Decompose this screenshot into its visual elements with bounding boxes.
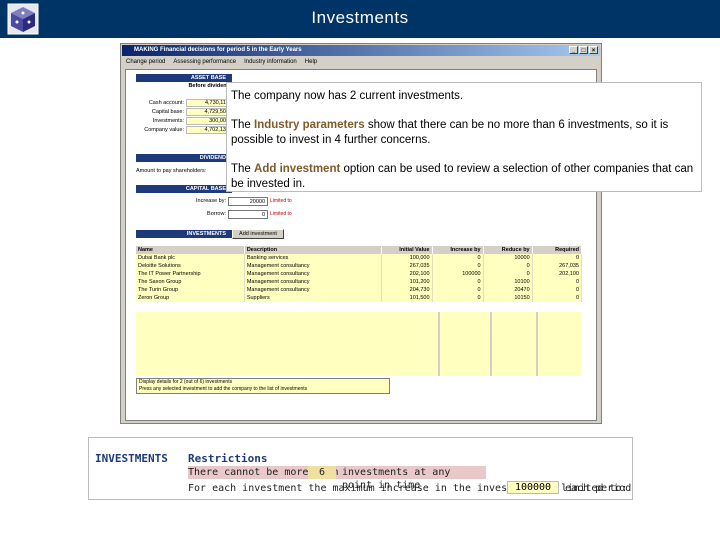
menu-change-period[interactable]: Change period [126,57,165,67]
industry-parameters-highlight: Industry parameters [254,119,365,131]
capital-base-heading: CAPITAL BASE [136,185,232,193]
max-investments-value: 6 [308,466,336,479]
cell-reduce-by[interactable]: 10100 [483,278,533,286]
dividend-heading: DIVIDEND [136,154,232,162]
cell-name: Dubai Bank plc [136,254,245,262]
investments-status-box: Display details for 2 (out of 6) investm… [136,378,390,394]
close-button[interactable]: × [589,46,598,54]
restrictions-panel: INVESTMENTS Restrictions There cannot be… [88,437,633,500]
max-investments-row: There cannot be more than 6 investments … [188,466,486,491]
cell-description: Management consultancy [244,278,382,286]
restrictions-heading: Restrictions [188,452,268,465]
cell-required: 0 [532,254,583,262]
table-row[interactable]: Deloitte Solutions Management consultanc… [136,262,583,270]
increase-limit-note: Limited to [270,198,292,204]
menu-assessing-performance[interactable]: Assessing performance [173,57,236,67]
cell-reduce-by[interactable]: 0 [483,262,533,270]
table-row[interactable]: The Saxon Group Management consultancy 1… [136,278,583,286]
cell-reduce-by[interactable]: 20470 [483,286,533,294]
maximize-button[interactable]: □ [579,46,588,54]
borrow-limit-note: Limited to [270,211,292,217]
menu-industry-information[interactable]: Industry information [244,57,297,67]
cell-required: 0 [532,294,583,302]
cell-name: The Turin Group [136,286,245,294]
cell-reduce-by[interactable]: 0 [483,270,533,278]
cell-increase-by[interactable]: 0 [432,286,484,294]
max-increase-value: 100000 [507,481,559,494]
col-required[interactable]: Required [532,246,583,254]
cell-required: 267,035 [532,262,583,270]
borrow-input[interactable]: 0 [228,210,268,219]
restrictions-section-label: INVESTMENTS [95,452,168,465]
table-empty-area [136,312,582,376]
explanation-callout: The company now has 2 current investment… [226,82,702,192]
cell-initial-value: 267,035 [381,262,433,270]
increase-by-label: Increase by: [196,198,226,204]
table-header-row: Name Description Initial Value Increase … [136,246,583,254]
cell-initial-value: 101,200 [381,278,433,286]
cell-description: Management consultancy [244,286,382,294]
status-line: Press any selected investment to add the… [139,386,308,392]
callout-text: The [231,119,251,131]
add-investment-highlight: Add investment [254,163,341,175]
window-title: MAKING Financial decisions for period 5 … [134,47,302,53]
cell-increase-by[interactable]: 0 [432,294,484,302]
col-increase-by[interactable]: Increase by [432,246,484,254]
max-increase-text: For each investment the maximum increase… [188,483,628,494]
col-description[interactable]: Description [244,246,382,254]
dividend-amount-label: Amount to pay shareholders: [136,168,207,174]
status-line: Display details for 2 (out of 6) investm… [139,379,233,385]
add-investment-button[interactable]: Add investment [232,229,284,239]
table-row[interactable]: Zeron Group Suppliers 101,500 0 10150 0 [136,294,583,302]
cell-reduce-by[interactable]: 10000 [483,254,533,262]
cell-initial-value: 100,000 [381,254,433,262]
cell-name: Deloitte Solutions [136,262,245,270]
cell-increase-by[interactable]: 0 [432,254,484,262]
cell-description: Suppliers [244,294,382,302]
increase-by-input[interactable]: 20000 [228,197,268,206]
cell-required: 0 [532,278,583,286]
cell-initial-value: 101,500 [381,294,433,302]
page-title: Investments [311,8,409,27]
cell-required: 202,100 [532,270,583,278]
company-value-label: Company value: [144,127,184,133]
callout-paragraph-3: The Add investment option can be used to… [231,162,697,192]
borrow-label: Borrow: [207,211,226,217]
col-reduce-by[interactable]: Reduce by [483,246,533,254]
investments-label: Investments: [152,118,184,124]
col-name[interactable]: Name [136,246,245,254]
cell-description: Management consultancy [244,270,382,278]
cell-description: Management consultancy [244,262,382,270]
before-dividend-header: Before dividend [188,83,230,89]
callout-paragraph-2: The Industry parameters show that there … [231,118,697,148]
cell-initial-value: 204,730 [381,286,433,294]
table-row[interactable]: The Turin Group Management consultancy 2… [136,286,583,294]
col-initial-value[interactable]: Initial Value [381,246,433,254]
menu-bar: Change period Assessing performance Indu… [122,57,604,67]
capital-base-label: Capital base: [151,109,184,115]
cell-required: 0 [532,286,583,294]
investments-heading: INVESTMENTS [136,230,232,238]
cell-increase-by[interactable]: 100000 [432,270,484,278]
top-bar: Investments [0,0,720,38]
cell-reduce-by[interactable]: 10150 [483,294,533,302]
table-row[interactable]: Dubai Bank plc Banking services 100,000 … [136,254,583,262]
table-row[interactable]: The IT Power Partnership Management cons… [136,270,583,278]
callout-text: The [231,163,251,175]
menu-help[interactable]: Help [305,57,317,67]
cash-account-label: Cash account: [148,100,184,106]
cell-name: The IT Power Partnership [136,270,245,278]
cell-name: The Saxon Group [136,278,245,286]
callout-paragraph-1: The company now has 2 current investment… [231,90,464,102]
max-increase-suffix: each period [565,483,632,494]
cell-name: Zeron Group [136,294,245,302]
investments-table: Name Description Initial Value Increase … [136,246,583,302]
window-titlebar: MAKING Financial decisions for period 5 … [122,45,600,56]
asset-base-heading: ASSET BASE [136,74,232,82]
cell-increase-by[interactable]: 0 [432,278,484,286]
minimize-button[interactable]: _ [569,46,578,54]
cell-description: Banking services [244,254,382,262]
cell-increase-by[interactable]: 0 [432,262,484,270]
cell-initial-value: 202,100 [381,270,433,278]
